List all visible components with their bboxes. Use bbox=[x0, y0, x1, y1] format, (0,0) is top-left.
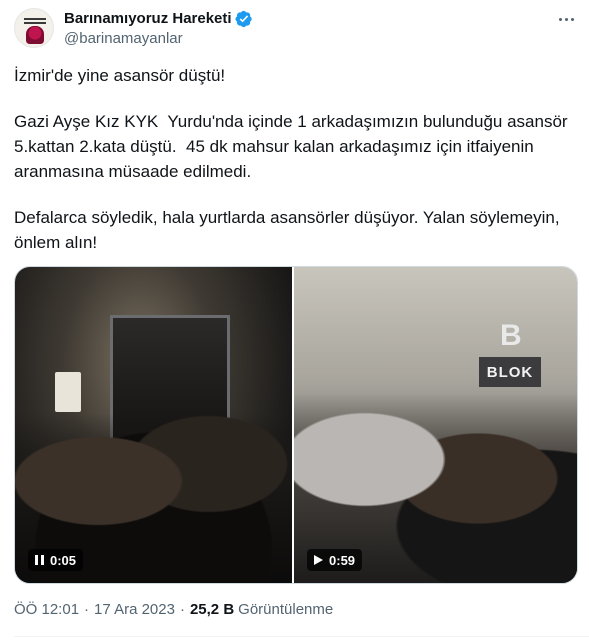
wall-notice bbox=[55, 372, 81, 412]
tweet-header: Barınamıyoruz Hareketi @barinamayanlar bbox=[14, 8, 579, 50]
block-letter: B bbox=[500, 319, 522, 352]
more-options-icon[interactable] bbox=[555, 10, 577, 28]
tweet-paragraph: İzmir'de yine asansör düştü! bbox=[14, 66, 226, 85]
video-thumbnail bbox=[15, 267, 293, 583]
meta-separator: · bbox=[84, 601, 90, 618]
play-icon[interactable] bbox=[314, 555, 324, 565]
video-duration: 0:05 bbox=[50, 552, 77, 568]
video-thumbnail: B BLOK bbox=[294, 267, 577, 583]
avatar-logo-line bbox=[24, 18, 46, 20]
tweet-date[interactable]: 17 Ara 2023 bbox=[94, 601, 175, 618]
author-display-name[interactable]: Barınamıyoruz Hareketi bbox=[64, 9, 232, 28]
video-duration-badge[interactable]: 0:05 bbox=[28, 549, 84, 571]
video-duration: 0:59 bbox=[329, 552, 356, 568]
author-names: Barınamıyoruz Hareketi @barinamayanlar bbox=[64, 9, 253, 48]
tweet-paragraph: Gazi Ayşe Kız KYK Yurdu'nda içinde 1 ark… bbox=[14, 112, 573, 181]
views-count[interactable]: 25,2 B bbox=[190, 601, 234, 618]
author-handle[interactable]: @barinamayanlar bbox=[64, 29, 253, 48]
video-player-1[interactable]: 0:05 bbox=[15, 267, 295, 583]
avatar-logo-line bbox=[24, 22, 46, 24]
tweet-paragraph: Defalarca söyledik, hala yurtlarda asans… bbox=[14, 208, 565, 252]
video-duration-badge[interactable]: 0:59 bbox=[307, 549, 363, 571]
avatar-figure bbox=[26, 26, 44, 44]
avatar[interactable] bbox=[14, 8, 54, 48]
block-sign: BLOK bbox=[479, 357, 542, 387]
verified-badge-icon bbox=[235, 10, 252, 27]
views-label: Görüntülenme bbox=[238, 601, 334, 618]
meta-separator: · bbox=[179, 601, 185, 618]
video-player-2[interactable]: B BLOK 0:59 bbox=[294, 267, 577, 583]
tweet-meta: ÖÖ 12:01 · 17 Ara 2023 · 25,2 B Görüntül… bbox=[14, 601, 333, 618]
tweet-time[interactable]: ÖÖ 12:01 bbox=[14, 601, 79, 618]
divider bbox=[14, 636, 589, 637]
tweet-text: İzmir'de yine asansör düştü! Gazi Ayşe K… bbox=[14, 63, 579, 276]
author-display-name-row[interactable]: Barınamıyoruz Hareketi bbox=[64, 9, 253, 28]
media-grid: 0:05 B BLOK 0:59 bbox=[14, 266, 578, 584]
pause-icon[interactable] bbox=[35, 555, 44, 565]
